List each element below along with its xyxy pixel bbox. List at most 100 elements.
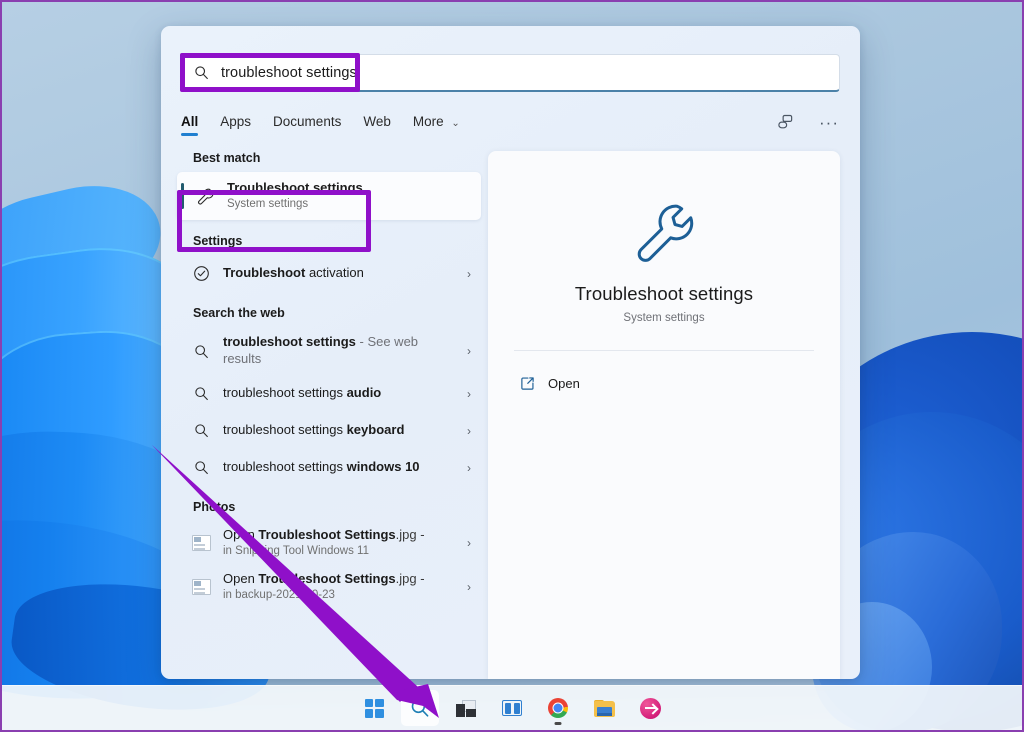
chevron-right-icon[interactable]: › (461, 344, 471, 358)
result-title: Troubleshoot activation (223, 265, 449, 282)
tab-all[interactable]: All (181, 114, 198, 136)
section-header-search-the-web: Search the web (177, 306, 481, 320)
tab-web-label: Web (363, 114, 391, 129)
result-photo-snipping-tool[interactable]: Open Troubleshoot Settings.jpg - in Snip… (177, 521, 481, 565)
result-title-plain: Open (223, 527, 258, 542)
search-results-list: Best match Troubleshoot settings System … (177, 151, 481, 661)
result-title: troubleshoot settings - See web results (223, 334, 449, 367)
section-header-best-match: Best match (177, 151, 481, 165)
task-view-icon (456, 700, 476, 717)
result-web-audio[interactable]: troubleshoot settings audio › (177, 375, 481, 412)
result-title: troubleshoot settings windows 10 (223, 459, 449, 476)
preview-title: Troubleshoot settings (488, 283, 840, 305)
result-photo-backup[interactable]: Open Troubleshoot Settings.jpg - in back… (177, 565, 481, 609)
chrome-button[interactable] (539, 690, 577, 726)
search-header-actions: ··· (772, 108, 842, 136)
image-thumbnail-icon (191, 579, 211, 595)
tab-apps[interactable]: Apps (220, 114, 251, 136)
open-external-icon (520, 376, 535, 391)
send-arrow-icon (640, 698, 661, 719)
result-subtitle: System settings (227, 197, 471, 212)
result-troubleshoot-activation[interactable]: Troubleshoot activation › (177, 255, 481, 292)
pink-app-button[interactable] (631, 690, 669, 726)
preview-divider (514, 350, 814, 351)
result-title-plain: troubleshoot settings (223, 385, 347, 400)
chevron-right-icon[interactable]: › (461, 580, 471, 594)
chevron-right-icon[interactable]: › (461, 536, 471, 550)
result-title-bold: Troubleshoot Settings (258, 527, 395, 542)
result-title-tail: .jpg - (396, 527, 425, 542)
preview-open-label: Open (548, 376, 580, 391)
result-subtitle: in backup-2021-10-23 (223, 588, 449, 603)
result-title-bold: troubleshoot settings (223, 334, 356, 349)
result-best-match-troubleshoot-settings[interactable]: Troubleshoot settings System settings (177, 172, 481, 220)
result-title-plain: Open (223, 571, 258, 586)
tab-all-label: All (181, 114, 198, 129)
result-text: Open Troubleshoot Settings.jpg - in Snip… (223, 527, 449, 559)
file-explorer-button[interactable] (585, 690, 623, 726)
search-icon (410, 698, 430, 718)
search-icon (191, 344, 211, 359)
result-title: Open Troubleshoot Settings.jpg - (223, 571, 449, 588)
desktop-screen: troubleshoot settings All Apps Documents… (0, 0, 1024, 732)
result-title-rest: activation (305, 265, 364, 280)
wrench-icon (488, 197, 840, 267)
chevron-right-icon[interactable]: › (461, 461, 471, 475)
task-view-button[interactable] (447, 690, 485, 726)
result-subtitle: in Snipping Tool Windows 11 (223, 544, 449, 559)
chevron-down-icon: ⌄ (451, 118, 459, 129)
result-text: Open Troubleshoot Settings.jpg - in back… (223, 571, 449, 603)
more-options-icon[interactable]: ··· (816, 109, 842, 135)
search-flyout-panel: troubleshoot settings All Apps Documents… (161, 26, 860, 679)
search-icon (191, 423, 211, 438)
search-button[interactable] (401, 690, 439, 726)
preview-panel: Troubleshoot settings System settings Op… (488, 151, 840, 679)
chevron-right-icon[interactable]: › (461, 267, 471, 281)
chrome-icon (548, 698, 568, 718)
tab-more[interactable]: More ⌄ (413, 114, 460, 136)
result-title: troubleshoot settings keyboard (223, 422, 449, 439)
chevron-right-icon[interactable]: › (461, 424, 471, 438)
result-title-bold: Troubleshoot (223, 265, 305, 280)
folder-icon (594, 700, 615, 717)
taskbar (2, 685, 1022, 730)
check-circle-icon (191, 265, 211, 282)
tab-web[interactable]: Web (363, 114, 391, 136)
result-title-bold: audio (347, 385, 382, 400)
tab-documents[interactable]: Documents (273, 114, 341, 136)
search-icon (191, 386, 211, 401)
tab-documents-label: Documents (273, 114, 341, 129)
search-query-text: troubleshoot settings (221, 65, 357, 81)
section-header-photos: Photos (177, 500, 481, 514)
section-header-settings: Settings (177, 234, 481, 248)
search-icon (194, 65, 209, 80)
tab-more-label: More (413, 114, 444, 129)
start-button[interactable] (355, 690, 393, 726)
result-title: Troubleshoot settings (227, 180, 471, 197)
result-web-windows-10[interactable]: troubleshoot settings windows 10 › (177, 449, 481, 486)
result-title-bold: windows 10 (347, 459, 420, 474)
chevron-right-icon[interactable]: › (461, 387, 471, 401)
preview-open-action[interactable]: Open (512, 369, 816, 398)
search-input[interactable]: troubleshoot settings (181, 54, 840, 92)
tab-apps-label: Apps (220, 114, 251, 129)
result-title-tail: .jpg - (396, 571, 425, 586)
result-title: Open Troubleshoot Settings.jpg - (223, 527, 449, 544)
result-text: Troubleshoot settings System settings (227, 180, 471, 212)
search-icon (191, 460, 211, 475)
result-web-see-results[interactable]: troubleshoot settings - See web results … (177, 327, 481, 375)
widgets-icon (502, 700, 522, 716)
feedback-icon[interactable] (772, 109, 798, 135)
result-title-plain: troubleshoot settings (223, 422, 347, 437)
windows-logo-icon (365, 699, 384, 718)
preview-subtitle: System settings (488, 312, 840, 324)
widgets-button[interactable] (493, 690, 531, 726)
result-title: troubleshoot settings audio (223, 385, 449, 402)
result-web-keyboard[interactable]: troubleshoot settings keyboard › (177, 412, 481, 449)
result-title-bold: keyboard (347, 422, 405, 437)
result-title-plain: troubleshoot settings (223, 459, 347, 474)
running-indicator (555, 722, 562, 725)
result-title-bold: Troubleshoot Settings (258, 571, 395, 586)
search-filter-tabs: All Apps Documents Web More ⌄ (181, 108, 840, 142)
image-thumbnail-icon (191, 535, 211, 551)
